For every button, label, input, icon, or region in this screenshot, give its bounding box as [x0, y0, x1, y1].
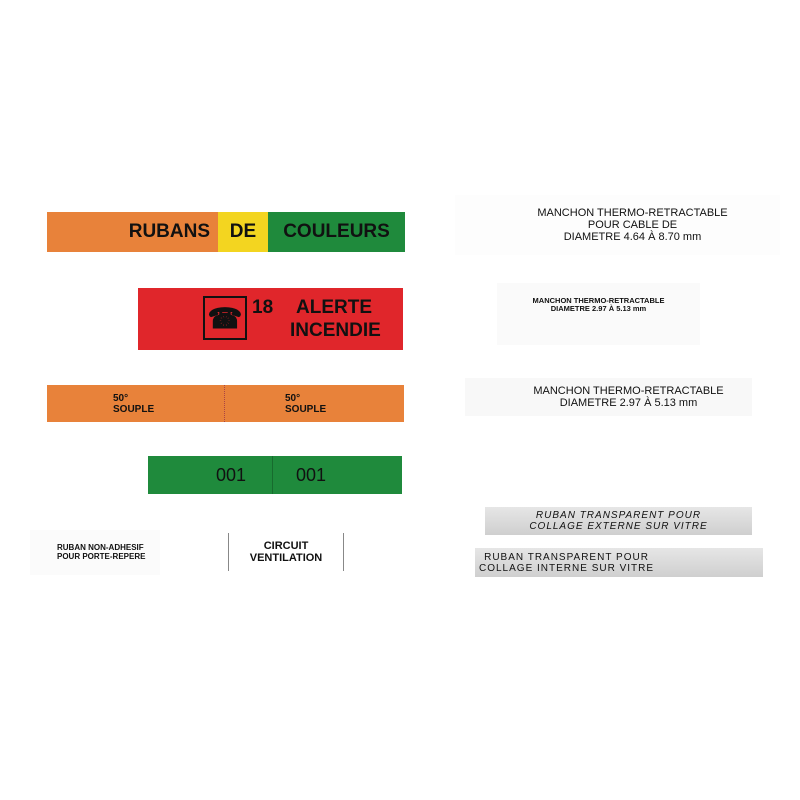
label-text: MANCHON THERMO-RETRACTABLE DIAMETRE 2.97…	[533, 384, 724, 409]
yellow-tape-de: DE	[218, 212, 268, 252]
number-1: 001	[216, 465, 247, 485]
label-text: RUBAN TRANSPARENT POUR COLLAGE INTERNE S…	[479, 551, 655, 574]
label-text: COULEURS	[283, 220, 390, 242]
transparent-tape-internal: RUBAN TRANSPARENT POUR COLLAGE INTERNE S…	[475, 548, 763, 577]
souple-text-1: 50° SOUPLE	[113, 393, 155, 415]
alerte-line2: INCENDIE	[290, 320, 381, 341]
label-text: RUBAN TRANSPARENT POUR COLLAGE EXTERNE S…	[529, 510, 708, 532]
number-2: 001	[296, 465, 327, 485]
divider	[272, 456, 273, 494]
orange-tape-rubans: RUBANS	[47, 212, 218, 252]
sleeve-manchon-1: MANCHON THERMO-RETRACTABLE POUR CABLE DE…	[455, 195, 780, 255]
alerte-number: 18	[252, 297, 274, 318]
green-tape-numbers: 001 001	[148, 456, 402, 494]
label-text: MANCHON THERMO-RETRACTABLE DIAMETRE 2.97…	[532, 295, 665, 313]
label-text: RUBANS	[128, 220, 210, 242]
label-text: RUBAN NON-ADHESIF POUR PORTE-REPERE	[57, 542, 146, 561]
transparent-tape-external: RUBAN TRANSPARENT POUR COLLAGE EXTERNE S…	[485, 507, 752, 535]
alerte-line1: ALERTE	[296, 297, 372, 318]
red-tape-alerte: ☎ 18 ALERTE INCENDIE	[138, 288, 403, 350]
orange-tape-souple: 50° SOUPLE 50° SOUPLE	[47, 385, 404, 422]
fire-phone-icon: ☎	[203, 296, 247, 340]
white-tape-non-adhesif: RUBAN NON-ADHESIF POUR PORTE-REPERE	[30, 530, 160, 575]
green-tape-couleurs: COULEURS	[268, 212, 405, 252]
perforation-divider	[224, 385, 225, 422]
sleeve-manchon-3: MANCHON THERMO-RETRACTABLE DIAMETRE 2.97…	[465, 378, 752, 416]
white-tape-circuit: CIRCUIT VENTILATION	[228, 533, 344, 571]
label-text: MANCHON THERMO-RETRACTABLE POUR CABLE DE…	[537, 206, 728, 244]
label-text: CIRCUIT VENTILATION	[249, 539, 323, 564]
souple-text-2: 50° SOUPLE	[285, 393, 327, 415]
label-text: DE	[229, 220, 257, 242]
sleeve-manchon-2: MANCHON THERMO-RETRACTABLE DIAMETRE 2.97…	[497, 283, 700, 345]
